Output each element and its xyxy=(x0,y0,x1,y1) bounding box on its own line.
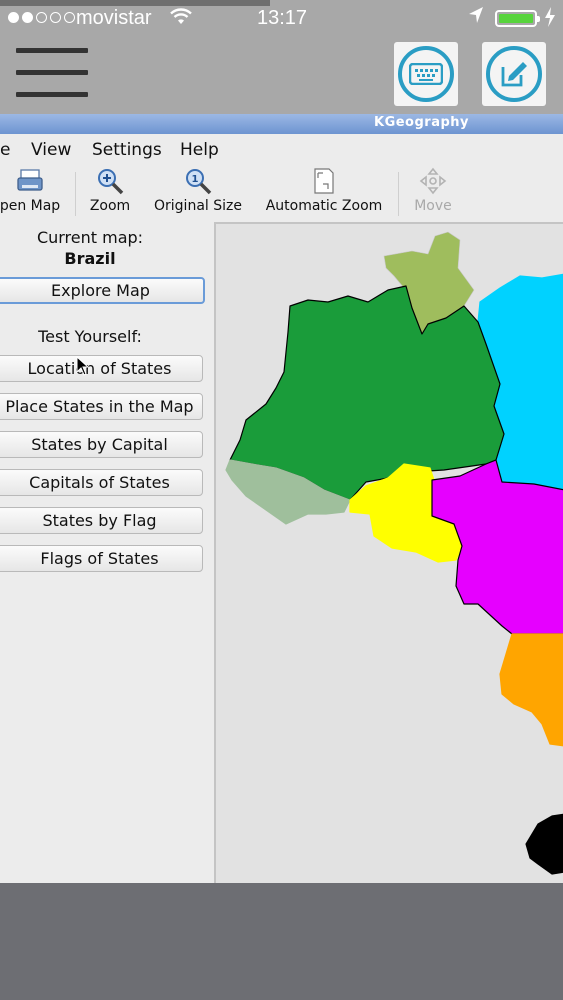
menu-settings[interactable]: Settings xyxy=(92,140,162,160)
menu-view[interactable]: View xyxy=(31,140,71,160)
bottom-background xyxy=(0,883,563,1000)
move-button[interactable]: Move xyxy=(408,166,458,222)
location-arrow-icon xyxy=(468,6,484,29)
status-time: 13:17 xyxy=(257,7,308,29)
explore-map-button[interactable]: Explore Map xyxy=(0,277,205,304)
zoom-original-icon: 1 xyxy=(184,166,212,196)
open-map-label: pen Map xyxy=(0,198,61,214)
states-by-flag-button[interactable]: States by Flag xyxy=(0,507,203,534)
zoom-fit-icon xyxy=(311,166,337,196)
hamburger-menu-icon[interactable] xyxy=(16,48,88,100)
flags-of-states-button[interactable]: Flags of States xyxy=(0,545,203,572)
app-header xyxy=(0,36,563,114)
status-bar: movistar 13:17 xyxy=(0,0,563,36)
zoom-in-icon xyxy=(96,166,124,196)
map-view[interactable] xyxy=(214,222,563,883)
svg-text:1: 1 xyxy=(192,174,199,185)
carrier-name: movistar xyxy=(76,7,152,29)
current-map-label: Current map: xyxy=(36,228,144,247)
automatic-zoom-label: Automatic Zoom xyxy=(265,198,383,214)
automatic-zoom-button[interactable]: Automatic Zoom xyxy=(262,166,386,222)
original-size-button[interactable]: 1 Original Size xyxy=(150,166,246,222)
move-arrows-icon xyxy=(419,166,447,196)
zoom-button[interactable]: Zoom xyxy=(84,166,136,222)
signal-strength-icon xyxy=(8,12,75,23)
location-of-states-button[interactable]: Location of States xyxy=(0,355,203,382)
test-yourself-label: Test Yourself: xyxy=(38,327,142,346)
toolbar-separator xyxy=(398,172,399,216)
place-states-button[interactable]: Place States in the Map xyxy=(0,393,203,420)
menu-file[interactable]: e xyxy=(0,140,10,160)
current-map-name: Brazil xyxy=(64,249,116,268)
battery-icon xyxy=(495,10,540,27)
loading-progress-bar xyxy=(0,0,270,6)
keyboard-icon xyxy=(398,46,454,102)
window-titlebar: KGeography xyxy=(0,114,563,134)
move-label: Move xyxy=(414,198,452,214)
wifi-icon xyxy=(170,8,192,31)
open-map-icon xyxy=(16,166,44,196)
states-by-capital-button[interactable]: States by Capital xyxy=(0,431,203,458)
side-panel: Current map: Brazil Explore Map Test You… xyxy=(0,222,214,883)
zoom-label: Zoom xyxy=(89,198,131,214)
edit-button[interactable] xyxy=(482,42,546,106)
edit-icon xyxy=(486,46,542,102)
original-size-label: Original Size xyxy=(154,198,242,214)
keyboard-button[interactable] xyxy=(394,42,458,106)
toolbar-separator xyxy=(75,172,76,216)
window-title: KGeography xyxy=(374,115,470,130)
main-toolbar: pen Map Zoom 1 Original Size Automatic Z… xyxy=(0,166,563,222)
capitals-of-states-button[interactable]: Capitals of States xyxy=(0,469,203,496)
state-mato-grosso-do-sul[interactable] xyxy=(499,633,563,747)
mouse-cursor-icon xyxy=(76,355,90,380)
charging-bolt-icon xyxy=(544,7,556,32)
state-parana[interactable] xyxy=(525,813,563,875)
menu-help[interactable]: Help xyxy=(180,140,219,160)
open-map-button[interactable]: pen Map xyxy=(0,166,64,222)
menu-bar: e View Settings Help xyxy=(0,134,563,166)
